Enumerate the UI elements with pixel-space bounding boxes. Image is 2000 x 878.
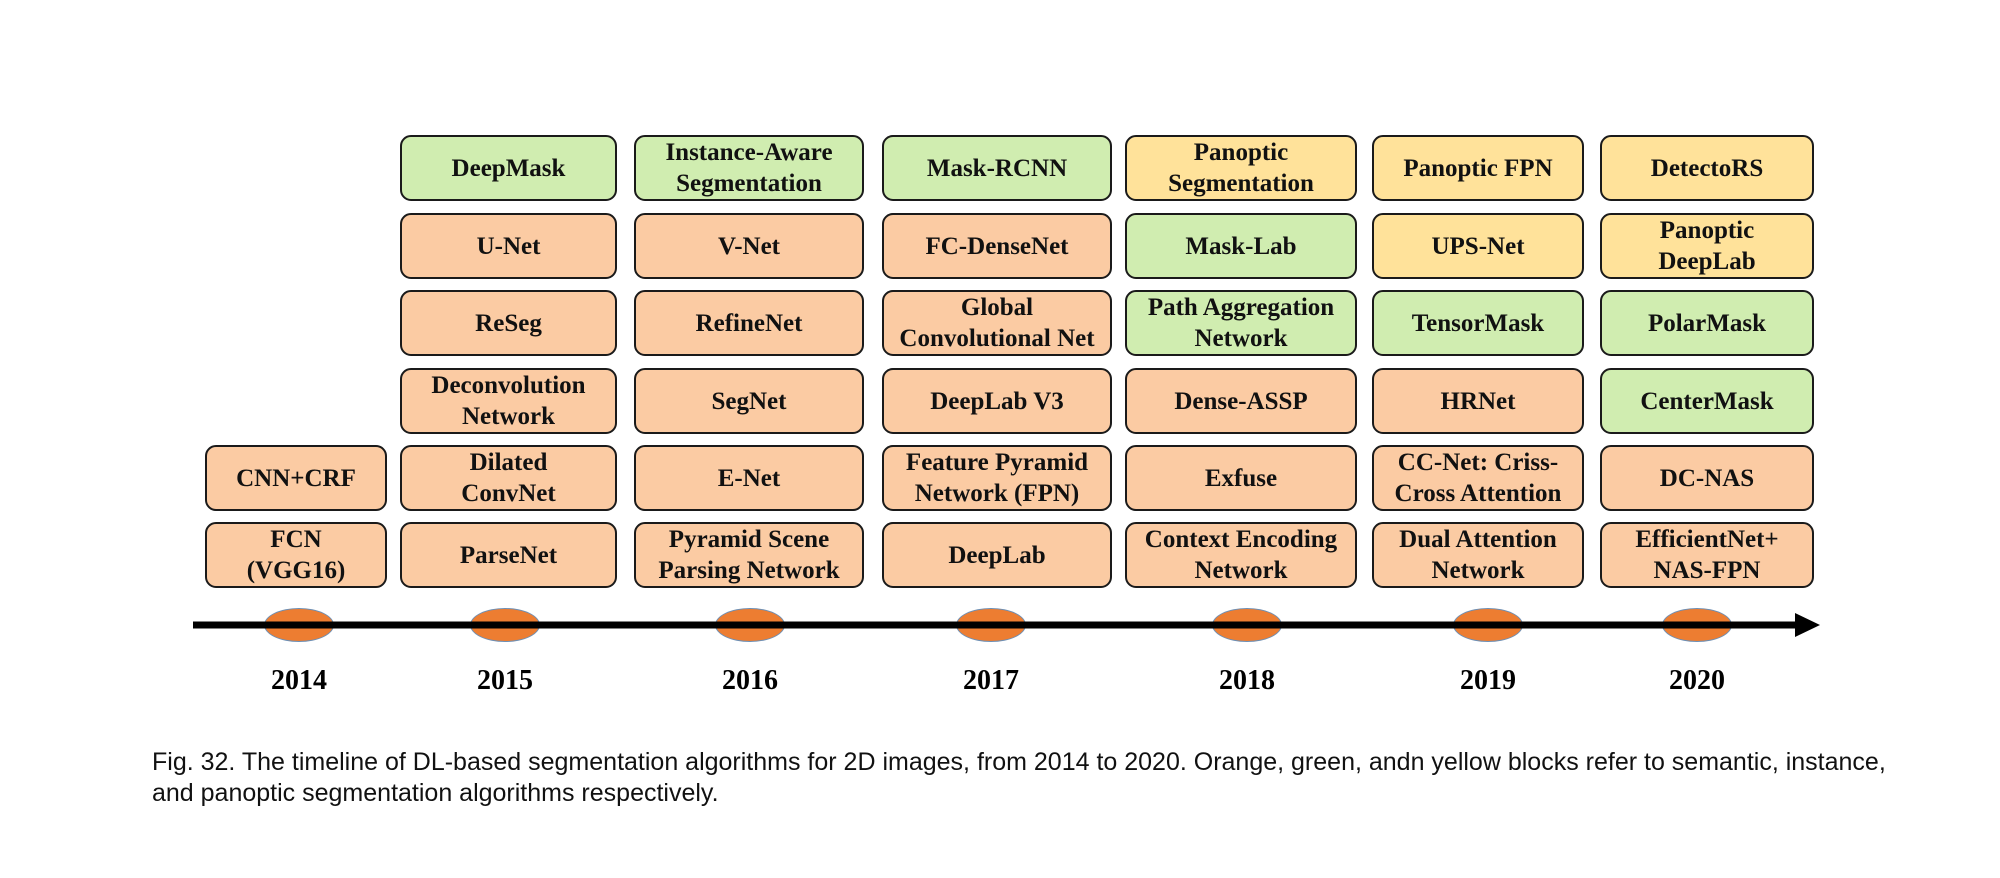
algorithm-block-instance: Mask-RCNN — [882, 135, 1112, 201]
year-label: 2014 — [271, 665, 327, 696]
algorithm-block-semantic: Global Convolutional Net — [882, 290, 1112, 356]
algorithm-block-semantic: ParseNet — [400, 522, 617, 588]
timeline-axis — [193, 613, 1820, 637]
algorithm-block-semantic: SegNet — [634, 368, 864, 434]
algorithm-block-semantic: RefineNet — [634, 290, 864, 356]
algorithm-block-semantic: Dilated ConvNet — [400, 445, 617, 511]
algorithm-block-panoptic: DetectoRS — [1600, 135, 1814, 201]
figure-caption: Fig. 32. The timeline of DL-based segmen… — [152, 748, 1886, 807]
algorithm-block-semantic: E-Net — [634, 445, 864, 511]
algorithm-block-panoptic: Panoptic Segmentation — [1125, 135, 1357, 201]
algorithm-block-panoptic: Panoptic FPN — [1372, 135, 1584, 201]
year-label: 2018 — [1219, 665, 1275, 696]
algorithm-block-semantic: Pyramid Scene Parsing Network — [634, 522, 864, 588]
algorithm-block-instance: Path Aggregation Network — [1125, 290, 1357, 356]
algorithm-block-semantic: EfficientNet+ NAS-FPN — [1600, 522, 1814, 588]
algorithm-block-semantic: DeepLab — [882, 522, 1112, 588]
algorithm-block-panoptic: UPS-Net — [1372, 213, 1584, 279]
algorithm-block-semantic: FCN (VGG16) — [205, 522, 387, 588]
algorithm-block-semantic: Context Encoding Network — [1125, 522, 1357, 588]
year-label: 2017 — [963, 665, 1019, 696]
algorithm-block-semantic: V-Net — [634, 213, 864, 279]
algorithm-block-instance: CenterMask — [1600, 368, 1814, 434]
year-label: 2019 — [1460, 665, 1516, 696]
algorithm-block-semantic: FC-DenseNet — [882, 213, 1112, 279]
timeline-arrowhead — [1795, 613, 1820, 637]
algorithm-block-semantic: HRNet — [1372, 368, 1584, 434]
algorithm-block-instance: Instance-Aware Segmentation — [634, 135, 864, 201]
algorithm-block-semantic: Dense-ASSP — [1125, 368, 1357, 434]
algorithm-block-semantic: CNN+CRF — [205, 445, 387, 511]
algorithm-block-instance: Mask-Lab — [1125, 213, 1357, 279]
algorithm-block-semantic: Exfuse — [1125, 445, 1357, 511]
algorithm-block-semantic: Dual Attention Network — [1372, 522, 1584, 588]
algorithm-block-semantic: Feature Pyramid Network (FPN) — [882, 445, 1112, 511]
algorithm-block-semantic: DC-NAS — [1600, 445, 1814, 511]
algorithm-block-panoptic: Panoptic DeepLab — [1600, 213, 1814, 279]
year-label: 2016 — [722, 665, 778, 696]
algorithm-block-semantic: ReSeg — [400, 290, 617, 356]
algorithm-block-instance: TensorMask — [1372, 290, 1584, 356]
year-label: 2020 — [1669, 665, 1725, 696]
year-label: 2015 — [477, 665, 533, 696]
algorithm-block-semantic: Deconvolution Network — [400, 368, 617, 434]
algorithm-block-semantic: U-Net — [400, 213, 617, 279]
algorithm-block-instance: DeepMask — [400, 135, 617, 201]
algorithm-block-semantic: CC-Net: Criss- Cross Attention — [1372, 445, 1584, 511]
algorithm-block-semantic: DeepLab V3 — [882, 368, 1112, 434]
algorithm-block-instance: PolarMask — [1600, 290, 1814, 356]
